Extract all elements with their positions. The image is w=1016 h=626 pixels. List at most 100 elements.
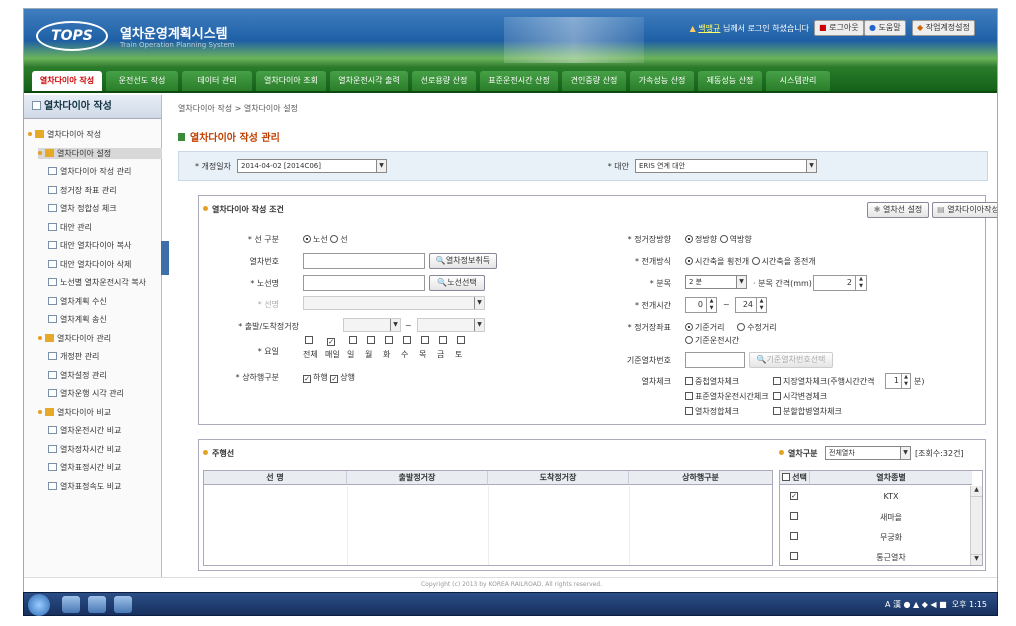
spinner-icon[interactable]: ▲ ▼ <box>901 374 910 388</box>
table-row[interactable]: 새마을 <box>780 508 970 526</box>
table-row[interactable]: 통근열차 <box>780 548 970 566</box>
clock[interactable]: 오후 1:15 <box>952 600 987 609</box>
sidebar-collapse-handle[interactable] <box>161 241 169 275</box>
tab-6[interactable]: 선로용량 산정 <box>412 71 476 91</box>
checkbox-icon[interactable] <box>790 512 798 520</box>
tab-11[interactable]: 시스템관리 <box>766 71 830 91</box>
check-time-change[interactable]: 시각변경체크 <box>773 391 827 402</box>
table-row[interactable]: 무궁화 <box>780 528 970 546</box>
spinner-icon[interactable]: ▲ ▼ <box>855 276 866 290</box>
arr-station-select[interactable]: ▼ <box>417 318 485 332</box>
sidebar-item-3[interactable]: 열차다이아 작성 관리 <box>48 166 131 177</box>
dep-station-select[interactable]: ▼ <box>343 318 401 332</box>
alt-select[interactable]: ERIS 연계 대안 ▼ <box>635 159 817 173</box>
check-interference[interactable]: 지장열차체크(주행시간간격 <box>773 376 874 387</box>
class-select[interactable]: 전체열차 ▼ <box>825 446 911 460</box>
coord-radio-3[interactable]: 기준운전시간 <box>685 335 739 346</box>
spinner-icon[interactable]: ▲ ▼ <box>756 298 766 312</box>
line-select[interactable]: ▼ <box>303 296 485 310</box>
draw-method-radio[interactable]: 시간축을 횡전개 시간축을 종전개 <box>685 256 816 267</box>
table-row[interactable]: ✓ KTX <box>780 488 970 506</box>
sidebar-item-17[interactable]: 열차운전시간 비교 <box>48 425 121 436</box>
create-diagram-button[interactable]: ▤ 열차다이아작성 <box>932 202 997 218</box>
sidebar-item-11[interactable]: 열차계획 송신 <box>48 314 107 325</box>
tab-4[interactable]: 열차다이아 조회 <box>256 71 326 91</box>
sidebar-item-2[interactable]: 열차다이아 설정 <box>38 147 162 159</box>
draw-time-to[interactable]: 24 ▲ ▼ <box>735 297 767 313</box>
sidebar-item-4[interactable]: 정거장 좌표 관리 <box>48 185 117 196</box>
station-dir-radio[interactable]: 정방향 역방향 <box>685 234 752 245</box>
rev-date-select[interactable]: 2014-04-02 [2014C06] ▼ <box>237 159 387 173</box>
app-icon[interactable] <box>114 596 132 613</box>
base-train-input[interactable] <box>685 352 745 368</box>
day-checkbox-1[interactable] <box>305 336 315 345</box>
sidebar-item-10[interactable]: 열차계획 수신 <box>48 296 107 307</box>
sidebar-item-8[interactable]: 대안 열차다이아 삭제 <box>48 259 131 270</box>
interval-stepper[interactable]: 1 ▲ ▼ <box>885 373 911 389</box>
draw-time-from[interactable]: 0 ▲ ▼ <box>685 297 717 313</box>
tab-5[interactable]: 열차운전시각 출력 <box>330 71 408 91</box>
lines-col-arr[interactable]: 도착정거장 <box>488 471 629 485</box>
lines-col-name[interactable]: 선 명 <box>204 471 347 485</box>
day-checkbox-8[interactable] <box>439 336 449 345</box>
class-col-type[interactable]: 열차종별 <box>810 471 972 485</box>
tab-9[interactable]: 가속성능 산정 <box>630 71 694 91</box>
sidebar-item-19[interactable]: 열차표정시간 비교 <box>48 462 121 473</box>
sidebar-item-18[interactable]: 열차정차시간 비교 <box>48 444 121 455</box>
sidebar-item-13[interactable]: 개정판 관리 <box>48 351 99 362</box>
sidebar-item-9[interactable]: 노선별 열차운전시각 복사 <box>48 277 146 288</box>
tab-10[interactable]: 제동성능 산정 <box>698 71 762 91</box>
sidebar-item-5[interactable]: 열차 정합성 체크 <box>48 203 117 214</box>
tab-3[interactable]: 데이터 관리 <box>182 71 252 91</box>
checkbox-icon[interactable] <box>790 532 798 540</box>
tops-logo[interactable]: TOPS <box>36 21 108 51</box>
updown-checks[interactable]: ✓ 하행 ✓ 상행 <box>303 372 355 383</box>
sidebar-item-1[interactable]: 열차다이아 작성 <box>28 129 101 140</box>
tab-8[interactable]: 견인중량 산정 <box>562 71 626 91</box>
base-train-button[interactable]: 🔍기준열차번호선택 <box>749 352 833 368</box>
lines-col-updown[interactable]: 상하행구분 <box>629 471 772 485</box>
train-no-input[interactable] <box>303 253 425 269</box>
division-select[interactable]: 2 분 ▼ <box>685 275 747 289</box>
check-split-merge[interactable]: 분할합병열차체크 <box>773 406 842 417</box>
folder-icon[interactable] <box>62 596 80 613</box>
day-checkbox-9[interactable] <box>457 336 467 345</box>
day-checkbox-4[interactable] <box>367 336 377 345</box>
tray-icons[interactable]: ● ▲ ◆ ◀ ■ <box>904 600 947 609</box>
division-interval-stepper[interactable]: 2 ▲ ▼ <box>813 275 867 291</box>
day-checkbox-5[interactable] <box>385 336 395 345</box>
tab-1[interactable]: 열차다이아 작성 <box>32 71 102 91</box>
spinner-icon[interactable]: ▲ ▼ <box>706 298 716 312</box>
day-checkbox-7[interactable] <box>421 336 431 345</box>
coord-radio[interactable]: 기준거리 수정거리 <box>685 322 777 333</box>
route-input[interactable] <box>303 275 425 291</box>
train-info-button[interactable]: 🔍열차정보취득 <box>429 253 497 269</box>
browser-icon[interactable] <box>88 596 106 613</box>
tab-2[interactable]: 운전선도 작성 <box>106 71 178 91</box>
sidebar-item-15[interactable]: 열차운행 시각 관리 <box>48 388 124 399</box>
check-consistency[interactable]: 열차정합체크 <box>685 406 739 417</box>
route-select-button[interactable]: 🔍노선선택 <box>429 275 485 291</box>
class-col-select[interactable]: 선택 <box>780 471 810 485</box>
scroll-down-icon[interactable]: ▼ <box>971 554 982 565</box>
ime-indicator[interactable]: A 漢 <box>885 600 901 609</box>
lines-col-dep[interactable]: 출발정거장 <box>347 471 488 485</box>
account-settings-button[interactable]: ◆ 작업계정설정 <box>912 20 975 36</box>
sidebar-item-12[interactable]: 열차다이아 관리 <box>38 333 111 344</box>
day-checkbox-3[interactable] <box>349 336 359 345</box>
tab-7[interactable]: 표준운전시간 산정 <box>480 71 558 91</box>
sidebar-item-7[interactable]: 대안 열차다이아 복사 <box>48 240 131 251</box>
checkbox-icon[interactable] <box>790 552 798 560</box>
lines-table-body[interactable] <box>204 486 772 565</box>
line-set-button[interactable]: ✱ 열차선 설정 <box>867 202 929 218</box>
start-orb-icon[interactable] <box>28 594 50 616</box>
scrollbar[interactable]: ▲ ▼ <box>970 486 982 565</box>
sidebar-item-20[interactable]: 열차표정속도 비교 <box>48 481 121 492</box>
sidebar-item-6[interactable]: 대안 관리 <box>48 222 92 233</box>
sidebar-item-14[interactable]: 열차설정 관리 <box>48 370 107 381</box>
line-type-radio[interactable]: 노선 선 <box>303 234 348 245</box>
day-checkbox-6[interactable] <box>403 336 413 345</box>
sidebar-item-16[interactable]: 열차다이아 비교 <box>38 407 111 418</box>
check-overlap[interactable]: 중첩열차체크 <box>685 376 739 387</box>
scroll-up-icon[interactable]: ▲ <box>971 486 982 497</box>
